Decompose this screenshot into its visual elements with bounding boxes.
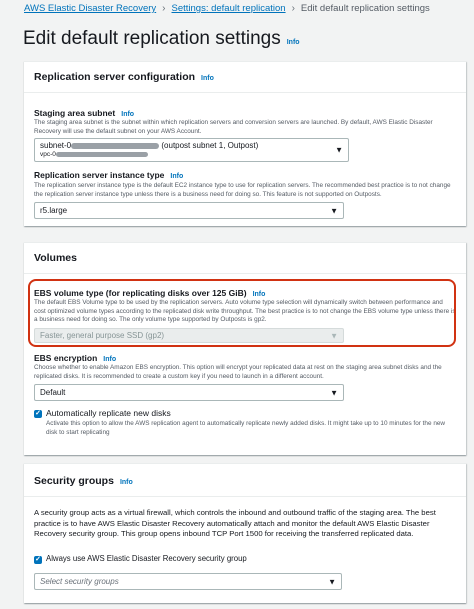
panel-header: Volumes <box>24 243 466 274</box>
instance-type-label: Replication server instance type <box>34 170 165 180</box>
subnet-id-prefix: subnet-0 <box>40 141 72 150</box>
security-groups-select[interactable]: Select security groups ▼ <box>34 573 342 590</box>
breadcrumb-link-drs[interactable]: AWS Elastic Disaster Recovery <box>24 3 156 14</box>
encryption-select[interactable]: Default ▼ <box>34 384 344 401</box>
security-groups-info-link[interactable]: Info <box>120 479 133 486</box>
breadcrumb: AWS Elastic Disaster Recovery › Settings… <box>24 3 430 14</box>
panel-title: Security groups <box>34 475 114 487</box>
vpc-id-prefix: vpc-0 <box>40 151 56 158</box>
encryption-info-link[interactable]: Info <box>103 356 116 363</box>
page-title: Edit default replication settings Info <box>23 28 300 50</box>
auto-replicate-label: Automatically replicate new disks <box>46 408 171 418</box>
field-label: EBS encryption Info <box>34 353 116 363</box>
subnet-info-link[interactable]: Info <box>121 111 134 118</box>
volumes-panel: Volumes EBS volume type (for replicating… <box>24 242 466 455</box>
instance-type-info-link[interactable]: Info <box>170 173 183 180</box>
check-icon: ✓ <box>35 410 41 417</box>
caret-down-icon: ▼ <box>330 206 338 215</box>
subnet-description: The staging area subnet is the subnet wi… <box>34 119 433 135</box>
page-title-text: Edit default replication settings <box>23 28 281 49</box>
panel-header: Security groups Info <box>24 464 466 497</box>
chevron-right-icon: › <box>291 3 295 14</box>
panel-title: Volumes <box>34 252 77 264</box>
highlight-outline <box>28 279 456 347</box>
replication-server-panel: Replication server configuration Info St… <box>24 61 466 226</box>
subnet-value: subnet-0 (outpost subnet 1, Outpost) <box>40 141 348 150</box>
encryption-label: EBS encryption <box>34 353 98 363</box>
chevron-right-icon: › <box>162 3 166 14</box>
info-link[interactable]: Info <box>201 75 214 82</box>
redacted-value <box>55 151 148 157</box>
auto-replicate-checkbox[interactable]: ✓ <box>34 410 42 418</box>
caret-down-icon: ▼ <box>335 145 343 155</box>
instance-type-value: r5.large <box>40 206 68 215</box>
encryption-value: Default <box>40 388 66 397</box>
subnet-label: Staging area subnet <box>34 108 116 118</box>
field-label: Replication server instance type Info <box>34 170 183 180</box>
always-use-label: Always use AWS Elastic Disaster Recovery… <box>46 554 247 563</box>
field-label: Staging area subnet Info <box>34 108 134 118</box>
security-groups-placeholder: Select security groups <box>40 577 119 586</box>
breadcrumb-link-settings[interactable]: Settings: default replication <box>172 3 286 14</box>
page-info-link[interactable]: Info <box>287 39 300 46</box>
encryption-description: Choose whether to enable Amazon EBS encr… <box>34 364 442 380</box>
security-groups-panel: Security groups Info A security group ac… <box>24 463 466 603</box>
subnet-select[interactable]: subnet-0 (outpost subnet 1, Outpost) vpc… <box>34 138 349 162</box>
redacted-value <box>71 142 160 149</box>
vpc-value: vpc-0 <box>40 150 348 159</box>
panel-header: Replication server configuration Info <box>24 62 466 93</box>
check-icon: ✓ <box>35 556 41 563</box>
breadcrumb-current: Edit default replication settings <box>300 3 430 14</box>
instance-type-description: The replication server instance type is … <box>34 182 451 198</box>
caret-down-icon: ▼ <box>330 388 338 397</box>
security-groups-description: A security group acts as a virtual firew… <box>34 508 436 539</box>
auto-replicate-description: Activate this option to allow the AWS re… <box>46 420 446 436</box>
always-use-checkbox[interactable]: ✓ <box>34 556 42 564</box>
instance-type-select[interactable]: r5.large ▼ <box>34 202 344 219</box>
subnet-name: (outpost subnet 1, Outpost) <box>161 141 259 150</box>
panel-title: Replication server configuration <box>34 71 196 83</box>
caret-down-icon: ▼ <box>328 577 336 586</box>
